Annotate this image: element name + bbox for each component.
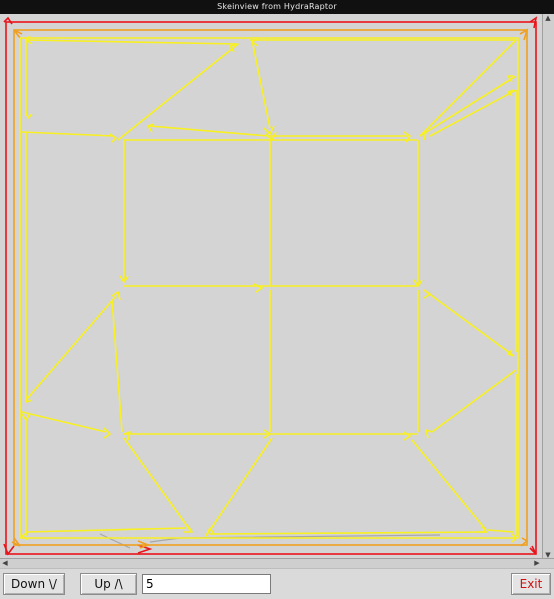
window-title: Skeinview from HydraRaptor	[0, 0, 554, 14]
vertical-scrollbar[interactable]: ▲ ▼	[542, 14, 554, 560]
inner-perimeter	[11, 28, 529, 549]
infill-paths	[19, 35, 519, 543]
travel-moves	[99, 533, 441, 549]
skeinview-window: Skeinview from HydraRaptor ▲ ▼ ◀ ▶ Down …	[0, 0, 554, 599]
scroll-right-arrow-icon[interactable]: ▶	[532, 559, 542, 568]
layer-number-input[interactable]: 5	[142, 574, 271, 594]
exit-button[interactable]: Exit	[511, 573, 551, 595]
up-button[interactable]: Up /\	[80, 573, 137, 595]
toolpath-drawing	[3, 16, 538, 556]
layer-canvas[interactable]	[0, 14, 554, 560]
scroll-up-arrow-icon[interactable]: ▲	[543, 14, 553, 23]
horizontal-scrollbar[interactable]: ◀ ▶	[0, 558, 554, 568]
control-bar: Down \/ Up /\ 5 Exit	[0, 568, 554, 599]
down-button[interactable]: Down \/	[3, 573, 65, 595]
scroll-left-arrow-icon[interactable]: ◀	[0, 559, 10, 568]
